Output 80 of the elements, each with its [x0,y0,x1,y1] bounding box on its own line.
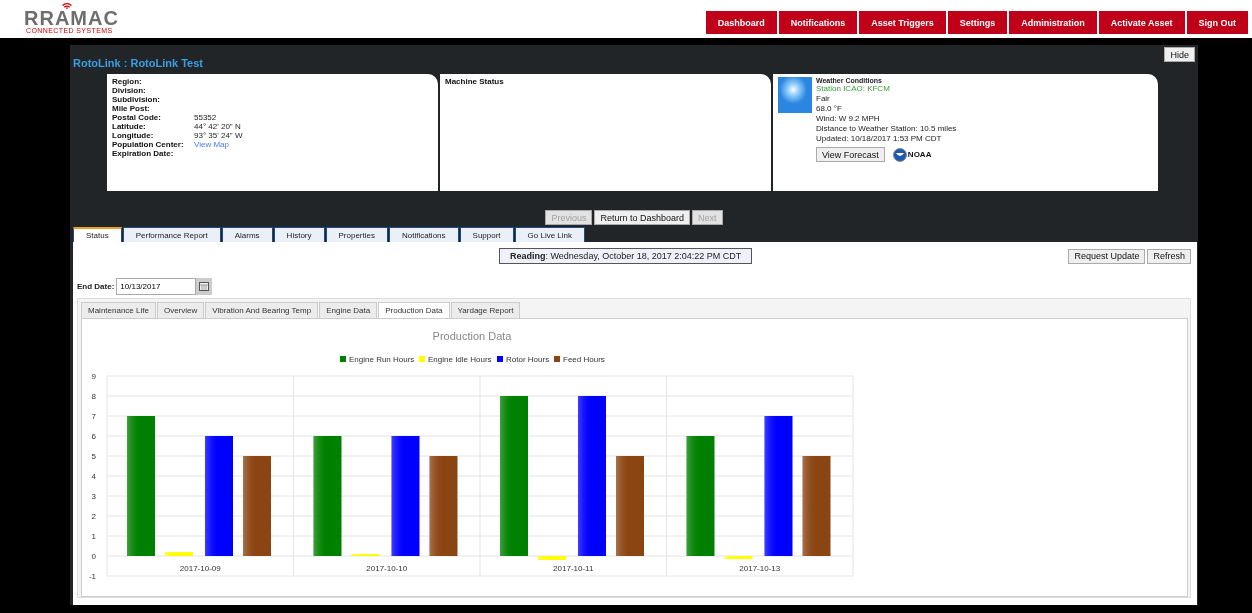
action-button[interactable]: Request Update [1068,248,1146,264]
calendar-icon[interactable] [196,278,213,295]
legend-swatch [340,356,346,362]
weather-text: 68.0 °F [816,104,843,114]
card-title: Machine Status [445,77,505,86]
end-date-field[interactable]: 10/13/2017 [116,278,197,295]
x-axis-label: 2017-10-10 [366,564,408,573]
y-axis-label: 3 [91,492,96,501]
view-map-link[interactable]: View Map [194,140,433,149]
tab[interactable]: Support [459,227,514,242]
x-axis-label: 2017-10-11 [553,564,594,573]
nav-button[interactable]: Activate Asset [1098,11,1185,34]
nav-button[interactable]: Asset Triggers [859,11,946,34]
field-label: Division: [112,86,147,95]
chart-title: Production Data [432,330,512,342]
nav-button[interactable]: Administration [1009,11,1097,34]
tab[interactable]: Maintenance Life [81,302,156,318]
tab[interactable]: Properties [325,227,388,242]
tab[interactable]: Engine Data [319,302,378,318]
nav-button[interactable]: Dashboard [705,11,777,34]
weather-text: Wind: W 9.2 MPH [816,114,881,124]
y-axis-label: 2 [91,512,96,521]
tab[interactable]: Yardage Report [450,302,521,318]
y-axis-label: 5 [91,452,96,461]
field-label: Region: [112,77,143,86]
sun-icon [778,77,812,113]
signal-icon [60,1,74,9]
end-date-label: End Date: [77,282,115,291]
y-axis-label: 1 [91,532,96,541]
field-label: Postal Code: [112,113,162,122]
field-value: 44° 42' 20" N [194,122,242,131]
logo-name: RRAMAC [24,9,119,27]
pager-button[interactable]: Return to Dashboard [594,210,691,225]
x-axis-label: 2017-10-13 [739,564,781,573]
y-axis-label: 9 [91,372,96,381]
field-label: Expiration Date: [112,149,175,158]
tab[interactable]: Production Data [378,302,450,318]
globe-icon [892,147,907,162]
tab[interactable]: Notifications [388,227,459,242]
field-value: 55352 [194,113,218,122]
nav-button[interactable]: Notifications [778,11,858,34]
tab[interactable]: Go Live Link [514,227,586,242]
weather-text: Fair [816,94,831,104]
y-axis-label: 7 [91,412,96,421]
legend-swatch [497,356,503,362]
tab[interactable]: Overview [156,302,205,318]
field-label: Latitude: [112,122,147,131]
legend-label[interactable]: Engine Idle Hours [428,355,492,364]
action-button[interactable]: Refresh [1147,248,1191,264]
view-forecast-button[interactable]: View Forecast [816,147,885,162]
x-axis-label: 2017-10-09 [179,564,221,573]
reading-text: Reading: Wednesday, October 18, 2017 2:04:22 PM CDT [499,248,753,264]
legend-label[interactable]: Feed Hours [563,355,605,364]
legend-label[interactable]: Engine Run Hours [349,355,415,364]
field-label: Subdivision: [112,95,161,104]
field-label: Mile Post: [112,104,151,113]
tab[interactable]: Vibration And Bearing Temp [205,302,319,318]
y-axis-label: 0 [91,552,96,561]
weather-text: Distance to Weather Station: 10.5 miles [816,124,957,134]
tab[interactable]: History [273,227,325,242]
station-link[interactable]: Station ICAO: KFCM [816,84,957,94]
field-value: 93° 35' 24" W [194,131,244,140]
field-label: Population Center: [112,140,185,149]
nav-button[interactable]: Settings [947,11,1008,34]
y-axis-label: -1 [88,572,96,581]
tab[interactable]: Alarms [221,227,273,242]
legend-label[interactable]: Rotor Hours [506,355,550,364]
nav-button[interactable]: Sign Out [1186,11,1248,34]
weather-text: Updated: 10/18/2017 1:53 PM CDT [816,134,943,144]
hide-button[interactable]: Hide [1164,47,1195,62]
y-axis-label: 6 [91,432,96,441]
legend-swatch [554,356,560,362]
noaa-label: NOAA [907,150,932,159]
tab[interactable]: Performance Report [122,227,221,242]
legend-swatch [419,356,425,362]
y-axis-label: 8 [91,392,96,401]
field-label: Longitude: [112,131,155,140]
tab[interactable]: Status [73,227,122,242]
panel-title: RotoLink : RotoLink Test [73,57,203,69]
y-axis-label: 4 [91,472,96,481]
